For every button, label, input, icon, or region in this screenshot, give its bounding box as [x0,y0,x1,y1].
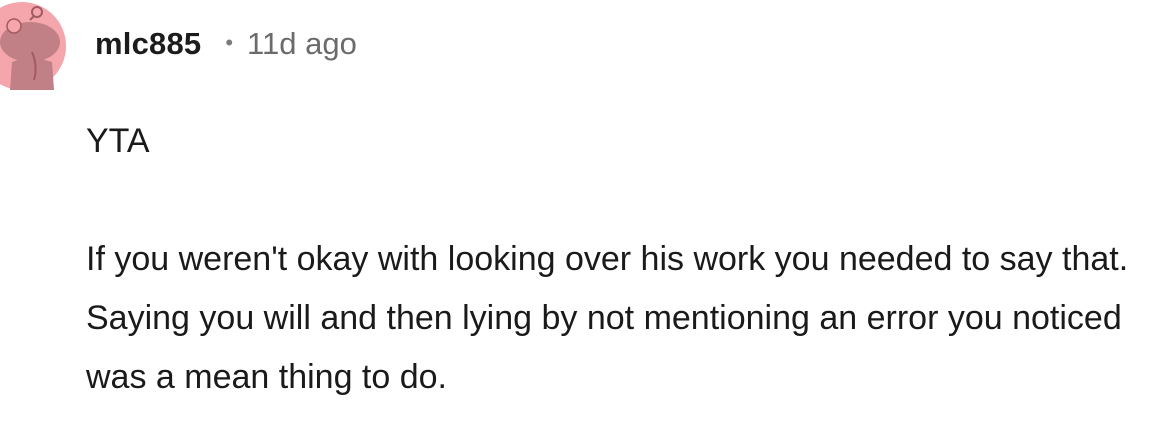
comment-paragraph: YTA [86,122,150,160]
comment-timestamp[interactable]: 11d ago [247,26,357,62]
comment-meta: mlc885 • 11d ago [95,22,357,66]
separator-dot: • [225,30,234,55]
username-link[interactable]: mlc885 [95,26,201,62]
comment-body: YTA If you weren't okay with looking ove… [86,112,1146,407]
reddit-snoo-avatar-icon [0,2,66,90]
comment: mlc885 • 11d ago YTA If you weren't okay… [0,0,1150,435]
comment-paragraph: If you weren't okay with looking over hi… [86,240,1129,396]
user-avatar[interactable] [0,0,70,90]
